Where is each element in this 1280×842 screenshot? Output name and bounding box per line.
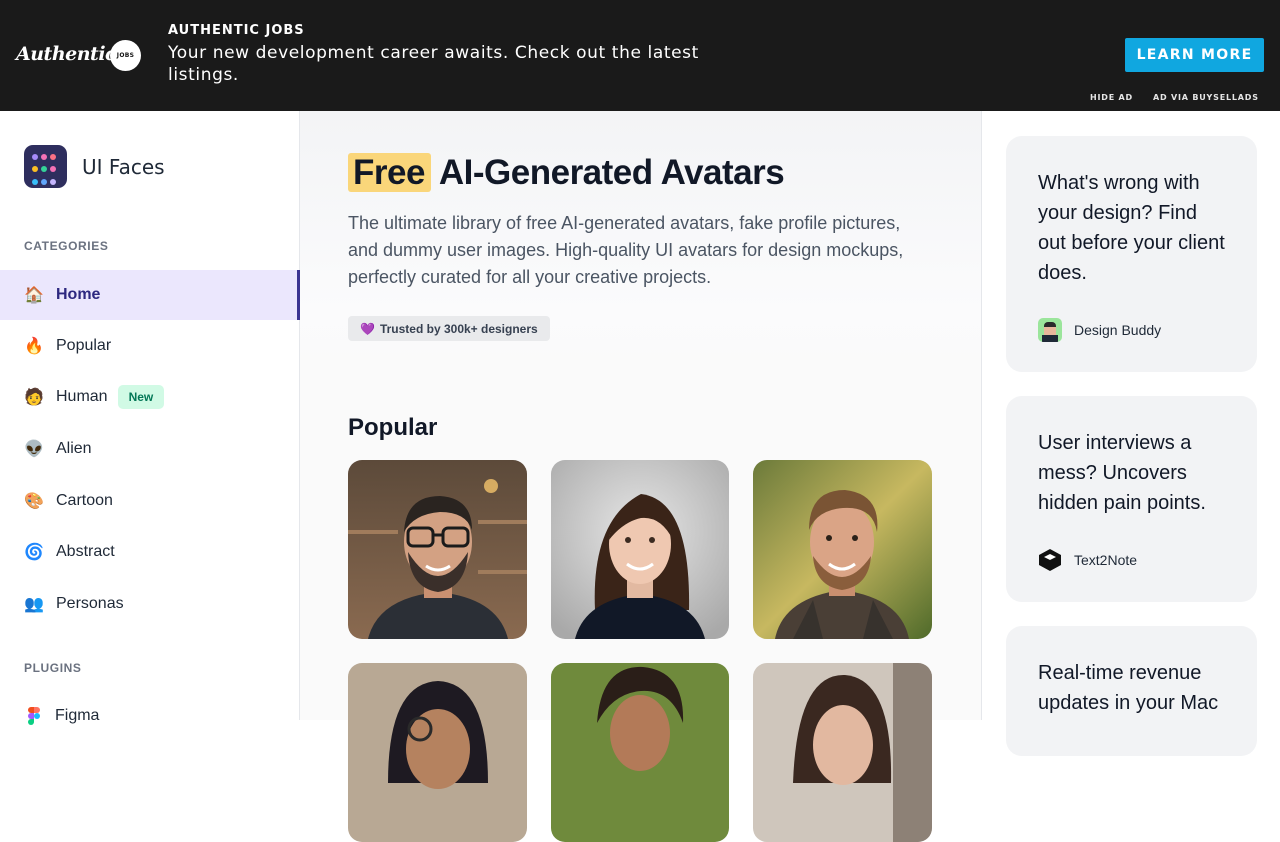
avatar-image[interactable] (348, 460, 527, 639)
title-highlight: Free (348, 153, 431, 192)
sidebar-item-human[interactable]: 🧑 Human New (0, 372, 300, 422)
ad-card[interactable]: What's wrong with your design? Find out … (1006, 136, 1257, 372)
sidebar-item-label: Alien (56, 440, 92, 457)
sidebar: UI Faces CATEGORIES 🏠 Home 🔥 Popular 🧑 H… (0, 111, 300, 725)
person-icon: 🧑 (24, 389, 44, 406)
hide-ad-link[interactable]: HIDE AD (1090, 93, 1133, 102)
ad-logo[interactable]: Authentic (16, 43, 117, 65)
sidebar-item-personas[interactable]: 👥 Personas (0, 579, 300, 629)
avatar-image[interactable] (551, 460, 729, 639)
sidebar-item-label: Abstract (56, 543, 115, 560)
brand[interactable]: UI Faces (24, 145, 165, 188)
trust-text: Trusted by 300k+ designers (379, 321, 538, 336)
fire-icon: 🔥 (24, 338, 44, 355)
design-buddy-logo-icon (1038, 318, 1062, 342)
ad-card-text: User interviews a mess? Uncovers hidden … (1038, 432, 1206, 514)
plugins-label: PLUGINS (24, 661, 82, 675)
avatar-image[interactable] (753, 663, 932, 842)
ad-card-brand: Design Buddy (1038, 318, 1225, 342)
ad-card-brand-name: Text2Note (1074, 552, 1138, 568)
avatar-image[interactable] (551, 663, 729, 842)
avatar-image[interactable] (753, 460, 932, 639)
sidebar-item-label: Figma (55, 707, 100, 724)
alien-icon: 👽 (24, 441, 44, 458)
cyclone-icon: 🌀 (24, 544, 44, 561)
sidebar-item-label: Personas (56, 595, 124, 612)
sidebar-item-label: Home (56, 286, 101, 303)
heart-icon: 💜 (360, 321, 375, 336)
popular-section-title: Popular (348, 414, 438, 441)
sidebar-item-figma[interactable]: Figma (0, 691, 300, 741)
avatar-image[interactable] (348, 663, 527, 842)
figma-icon (28, 707, 40, 725)
ad-via-link[interactable]: AD VIA BUYSELLADS (1153, 93, 1259, 102)
brand-name: UI Faces (82, 154, 165, 179)
ad-banner: Authentic JOBS AUTHENTIC JOBS Your new d… (0, 0, 1280, 111)
palette-icon: 🎨 (24, 493, 44, 510)
ad-card[interactable]: Real-time revenue updates in your Mac (1006, 626, 1257, 756)
title-rest: AI-Generated Avatars (438, 153, 785, 192)
ad-card[interactable]: User interviews a mess? Uncovers hidden … (1006, 396, 1257, 602)
page-subtitle: The ultimate library of free AI-generate… (348, 213, 904, 287)
people-icon: 👥 (24, 596, 44, 613)
ad-card-brand: Text2Note (1038, 548, 1225, 572)
ad-text[interactable]: Your new development career awaits. Chec… (168, 42, 748, 86)
ad-card-text: Real-time revenue updates in your Mac (1038, 662, 1219, 714)
ad-kicker: AUTHENTIC JOBS (168, 23, 305, 38)
categories-label: CATEGORIES (24, 239, 109, 253)
main-content: Free AI-Generated Avatars The ultimate l… (300, 111, 981, 842)
ad-card-text: What's wrong with your design? Find out … (1038, 172, 1225, 284)
sidebar-item-cartoon[interactable]: 🎨 Cartoon (0, 476, 300, 526)
sidebar-item-abstract[interactable]: 🌀 Abstract (0, 527, 300, 577)
right-rail: What's wrong with your design? Find out … (981, 111, 1280, 756)
ui-faces-logo-icon (24, 145, 67, 188)
sidebar-item-label: Cartoon (56, 492, 113, 509)
sidebar-item-label: Human (56, 388, 108, 405)
ad-card-brand-name: Design Buddy (1074, 322, 1162, 338)
page-title: Free AI-Generated Avatars (348, 153, 785, 193)
sidebar-item-label: Popular (56, 337, 112, 354)
ad-jobs-badge[interactable]: JOBS (110, 40, 141, 71)
home-icon: 🏠 (24, 287, 44, 304)
new-badge: New (117, 385, 165, 409)
sidebar-item-alien[interactable]: 👽 Alien (0, 424, 300, 474)
learn-more-button[interactable]: LEARN MORE (1125, 38, 1264, 72)
sidebar-item-home[interactable]: 🏠 Home (0, 270, 300, 320)
trust-badge: 💜 Trusted by 300k+ designers (348, 316, 550, 341)
text2note-logo-icon (1039, 549, 1061, 571)
sidebar-item-popular[interactable]: 🔥 Popular (0, 321, 300, 371)
